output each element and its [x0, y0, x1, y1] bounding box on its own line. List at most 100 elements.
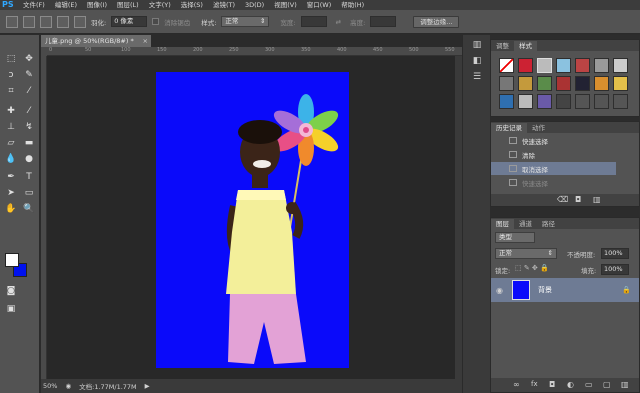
document-tab[interactable]: 儿童.png @ 50%(RGB/8#) * ×: [41, 35, 151, 47]
feather-input[interactable]: 0 像素: [111, 16, 148, 27]
menu-file[interactable]: 文件(F): [18, 0, 50, 10]
antialias-checkbox[interactable]: [152, 18, 160, 25]
gradient-tool-icon[interactable]: ▬: [22, 137, 36, 149]
style-swatch[interactable]: [575, 58, 590, 73]
eraser-tool-icon[interactable]: ▱: [4, 137, 18, 149]
style-swatch[interactable]: [518, 94, 533, 109]
swap-icon[interactable]: ⇄: [336, 18, 341, 26]
menu-type[interactable]: 文字(Y): [144, 0, 176, 10]
layer-row-background[interactable]: ◉ 背景 🔒: [491, 278, 639, 302]
menu-window[interactable]: 窗口(W): [302, 0, 337, 10]
history-item[interactable]: 快速选择: [491, 134, 616, 147]
layer-mask-icon[interactable]: ◘: [549, 380, 555, 389]
menu-view[interactable]: 视图(V): [269, 0, 302, 10]
visibility-eye-icon[interactable]: ◉: [496, 286, 503, 295]
style-swatch[interactable]: [613, 76, 628, 91]
style-swatch[interactable]: [537, 94, 552, 109]
marquee-tool-icon[interactable]: ⬚: [4, 53, 18, 65]
menu-layer[interactable]: 图层(L): [112, 0, 144, 10]
menu-select[interactable]: 选择(S): [176, 0, 208, 10]
style-swatch[interactable]: [594, 58, 609, 73]
history-item-selected[interactable]: 取消选择: [491, 162, 616, 175]
foreground-color-swatch[interactable]: [5, 253, 19, 267]
menu-3d[interactable]: 3D(D): [240, 0, 269, 10]
quick-selection-tool-icon[interactable]: ✎: [22, 69, 36, 81]
tab-actions[interactable]: 动作: [527, 123, 550, 133]
menu-help[interactable]: 帮助(H): [336, 0, 369, 10]
path-selection-tool-icon[interactable]: ➤: [4, 187, 18, 199]
style-swatch[interactable]: [556, 58, 571, 73]
height-input[interactable]: [370, 16, 397, 27]
delete-trash-icon[interactable]: ▥: [593, 195, 601, 204]
history-item[interactable]: 清除: [491, 148, 616, 161]
style-swatch[interactable]: [518, 76, 533, 91]
info-icon[interactable]: ◉: [65, 382, 71, 390]
properties-panel-icon[interactable]: ☰: [470, 71, 484, 83]
color-panel-icon[interactable]: ◧: [470, 55, 484, 67]
style-select[interactable]: 正常 ⇕: [221, 16, 270, 27]
tab-adjustments[interactable]: 调整: [491, 41, 514, 51]
history-panel-icon[interactable]: ▥: [470, 39, 484, 51]
snapshot-camera-icon[interactable]: ◘: [575, 195, 581, 204]
new-selection-icon[interactable]: [23, 15, 35, 28]
pen-tool-icon[interactable]: ✒: [4, 171, 18, 183]
fill-input[interactable]: 100%: [601, 264, 629, 275]
menu-edit[interactable]: 编辑(E): [50, 0, 82, 10]
status-menu-arrow-icon[interactable]: ▶: [145, 382, 150, 390]
width-input[interactable]: [300, 16, 327, 27]
clone-stamp-tool-icon[interactable]: ⊥: [4, 121, 18, 133]
image-canvas[interactable]: [156, 72, 349, 368]
rectangle-tool-icon[interactable]: ▭: [22, 187, 36, 199]
tab-paths[interactable]: 路径: [537, 219, 560, 229]
quick-mask-icon[interactable]: ◙: [4, 285, 18, 297]
style-swatch[interactable]: [537, 76, 552, 91]
tab-layers[interactable]: 图层: [491, 219, 514, 229]
close-icon[interactable]: ×: [143, 35, 148, 47]
style-swatch[interactable]: [613, 58, 628, 73]
add-to-selection-icon[interactable]: [40, 15, 52, 28]
opacity-input[interactable]: 100%: [601, 248, 629, 259]
move-tool-icon[interactable]: ✥: [22, 53, 36, 65]
adjustment-layer-icon[interactable]: ◐: [567, 380, 574, 389]
style-swatch[interactable]: [575, 76, 590, 91]
history-item-undone[interactable]: 快速选择: [491, 176, 616, 189]
style-swatch[interactable]: [594, 76, 609, 91]
layer-name[interactable]: 背景: [538, 285, 552, 295]
style-swatch[interactable]: [518, 58, 533, 73]
history-brush-tool-icon[interactable]: ↯: [22, 121, 36, 133]
tab-styles[interactable]: 样式: [514, 41, 537, 51]
lasso-tool-icon[interactable]: ↄ: [4, 69, 18, 81]
blend-mode-select[interactable]: 正常 ⇕: [495, 248, 557, 259]
blur-tool-icon[interactable]: 💧: [4, 153, 18, 165]
style-swatch[interactable]: [556, 76, 571, 91]
brush-tool-icon[interactable]: ⁄: [22, 105, 36, 117]
style-swatch[interactable]: [537, 58, 552, 73]
menu-image[interactable]: 图像(I): [82, 0, 112, 10]
tab-channels[interactable]: 通道: [514, 219, 537, 229]
eyedropper-tool-icon[interactable]: ⁄: [22, 85, 36, 97]
link-layers-icon[interactable]: ∞: [513, 380, 520, 389]
menu-filter[interactable]: 滤镜(T): [208, 0, 240, 10]
style-swatch[interactable]: [594, 94, 609, 109]
subtract-selection-icon[interactable]: [57, 15, 69, 28]
style-swatch[interactable]: [499, 76, 514, 91]
style-swatch[interactable]: [575, 94, 590, 109]
intersect-selection-icon[interactable]: [74, 15, 86, 28]
layer-kind-filter-select[interactable]: 类型: [495, 232, 535, 243]
crop-tool-icon[interactable]: ⌗: [4, 85, 18, 97]
delete-layer-trash-icon[interactable]: ▥: [621, 380, 629, 389]
style-swatch[interactable]: [499, 94, 514, 109]
new-layer-icon[interactable]: ▢: [603, 380, 611, 389]
hand-tool-icon[interactable]: ✋: [4, 203, 18, 215]
tab-history[interactable]: 历史记录: [491, 123, 527, 133]
type-tool-icon[interactable]: T: [22, 171, 36, 183]
horizontal-ruler[interactable]: 0 50 100 150 200 250 300 350 400 450 500…: [47, 47, 462, 56]
marquee-tool-preset-icon[interactable]: [6, 15, 18, 28]
screen-mode-icon[interactable]: ▣: [4, 303, 18, 315]
refine-edge-button[interactable]: 调整边缘...: [413, 15, 460, 28]
style-swatch[interactable]: [499, 58, 514, 73]
canvas-workspace[interactable]: [47, 56, 462, 379]
dodge-tool-icon[interactable]: ●: [22, 153, 36, 165]
lock-options-icon[interactable]: ⬚ ✎ ✥ 🔒: [515, 264, 549, 272]
layer-style-fx-icon[interactable]: fx: [531, 380, 538, 388]
